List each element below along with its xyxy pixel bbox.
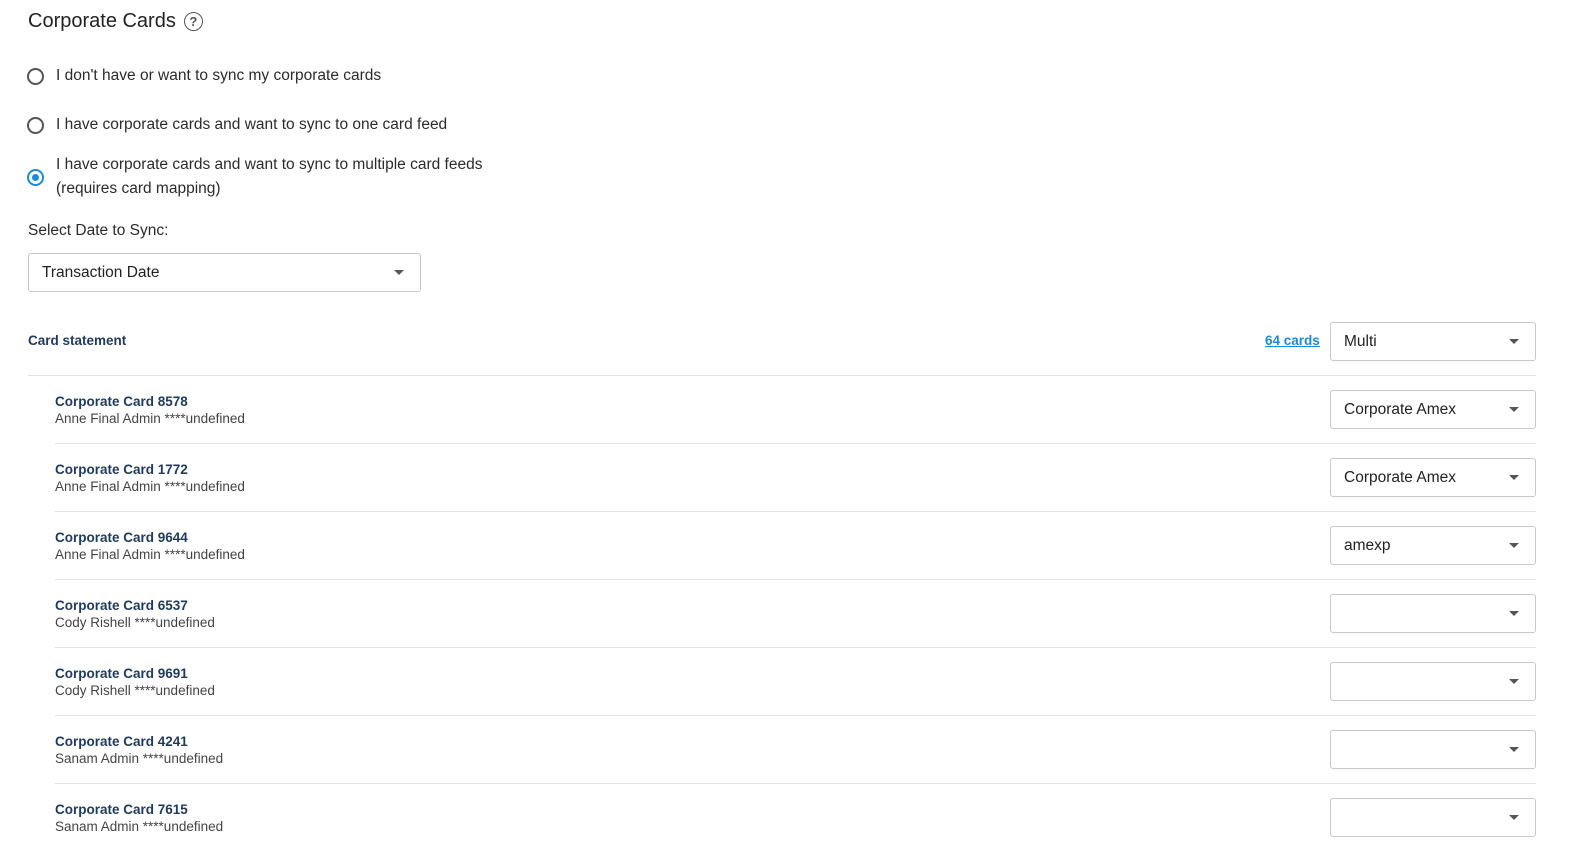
date-sync-select[interactable]: Transaction Date [28,253,421,292]
card-statement-feed-select[interactable]: Multi [1330,322,1536,361]
card-owner: Sanam Admin ****undefined [55,751,224,766]
card-owner: Cody Rishell ****undefined [55,683,215,698]
option-multiple-feeds-label: I have corporate cards and want to sync … [56,153,482,201]
card-statement-label: Card statement [28,333,127,348]
card-name: Corporate Card 9691 [55,666,188,681]
card-count-link[interactable]: 64 cards [1265,333,1320,348]
card-name: Corporate Card 8578 [55,394,188,409]
card-owner: Sanam Admin ****undefined [55,819,224,834]
page-title: Corporate Cards ? [28,10,203,33]
chevron-down-icon [1509,338,1519,344]
option-multiple-feeds[interactable]: I have corporate cards and want to sync … [27,153,482,201]
option-one-feed[interactable]: I have corporate cards and want to sync … [27,113,447,137]
card-feed-value: Corporate Amex [1344,400,1456,418]
card-feed-select[interactable] [1330,662,1536,701]
card-feed-select[interactable] [1330,730,1536,769]
card-feed-select[interactable]: Corporate Amex [1330,390,1536,429]
option-no-sync-label: I don't have or want to sync my corporat… [56,67,382,84]
chevron-down-icon [1509,542,1519,548]
chevron-down-icon [1509,406,1519,412]
card-name: Corporate Card 7615 [55,802,188,817]
radio-one-feed[interactable] [27,116,44,134]
divider [55,579,1536,580]
card-name: Corporate Card 1772 [55,462,188,477]
option-one-feed-label: I have corporate cards and want to sync … [56,116,448,133]
chevron-down-icon [394,269,404,275]
radio-multiple-feeds[interactable] [27,168,44,186]
card-feed-value: amexp [1344,536,1391,554]
card-owner: Anne Final Admin ****undefined [55,411,245,426]
divider [55,511,1536,512]
chevron-down-icon [1509,746,1519,752]
divider [55,783,1536,784]
radio-no-sync[interactable] [27,67,44,85]
page-title-text: Corporate Cards [28,10,176,32]
card-name: Corporate Card 4241 [55,734,188,749]
divider [55,443,1536,444]
card-owner: Anne Final Admin ****undefined [55,479,245,494]
chevron-down-icon [1509,610,1519,616]
help-icon[interactable]: ? [183,12,203,31]
date-sync-value: Transaction Date [42,263,160,281]
card-feed-select[interactable]: Corporate Amex [1330,458,1536,497]
card-owner: Cody Rishell ****undefined [55,615,215,630]
card-feed-select[interactable]: amexp [1330,526,1536,565]
card-statement-feed-value: Multi [1344,332,1377,350]
divider [55,647,1536,648]
card-feed-select[interactable] [1330,594,1536,633]
divider [55,715,1536,716]
card-owner: Anne Final Admin ****undefined [55,547,245,562]
option-multiple-feeds-line2: (requires card mapping) [56,180,221,197]
option-multiple-feeds-line1: I have corporate cards and want to sync … [56,156,483,173]
card-name: Corporate Card 6537 [55,598,188,613]
chevron-down-icon [1509,678,1519,684]
chevron-down-icon [1509,474,1519,480]
chevron-down-icon [1509,814,1519,820]
divider [28,375,1536,376]
card-name: Corporate Card 9644 [55,530,188,545]
card-feed-value: Corporate Amex [1344,468,1456,486]
option-no-sync[interactable]: I don't have or want to sync my corporat… [27,64,381,88]
card-feed-select[interactable] [1330,798,1536,837]
date-sync-label: Select Date to Sync: [28,222,169,239]
